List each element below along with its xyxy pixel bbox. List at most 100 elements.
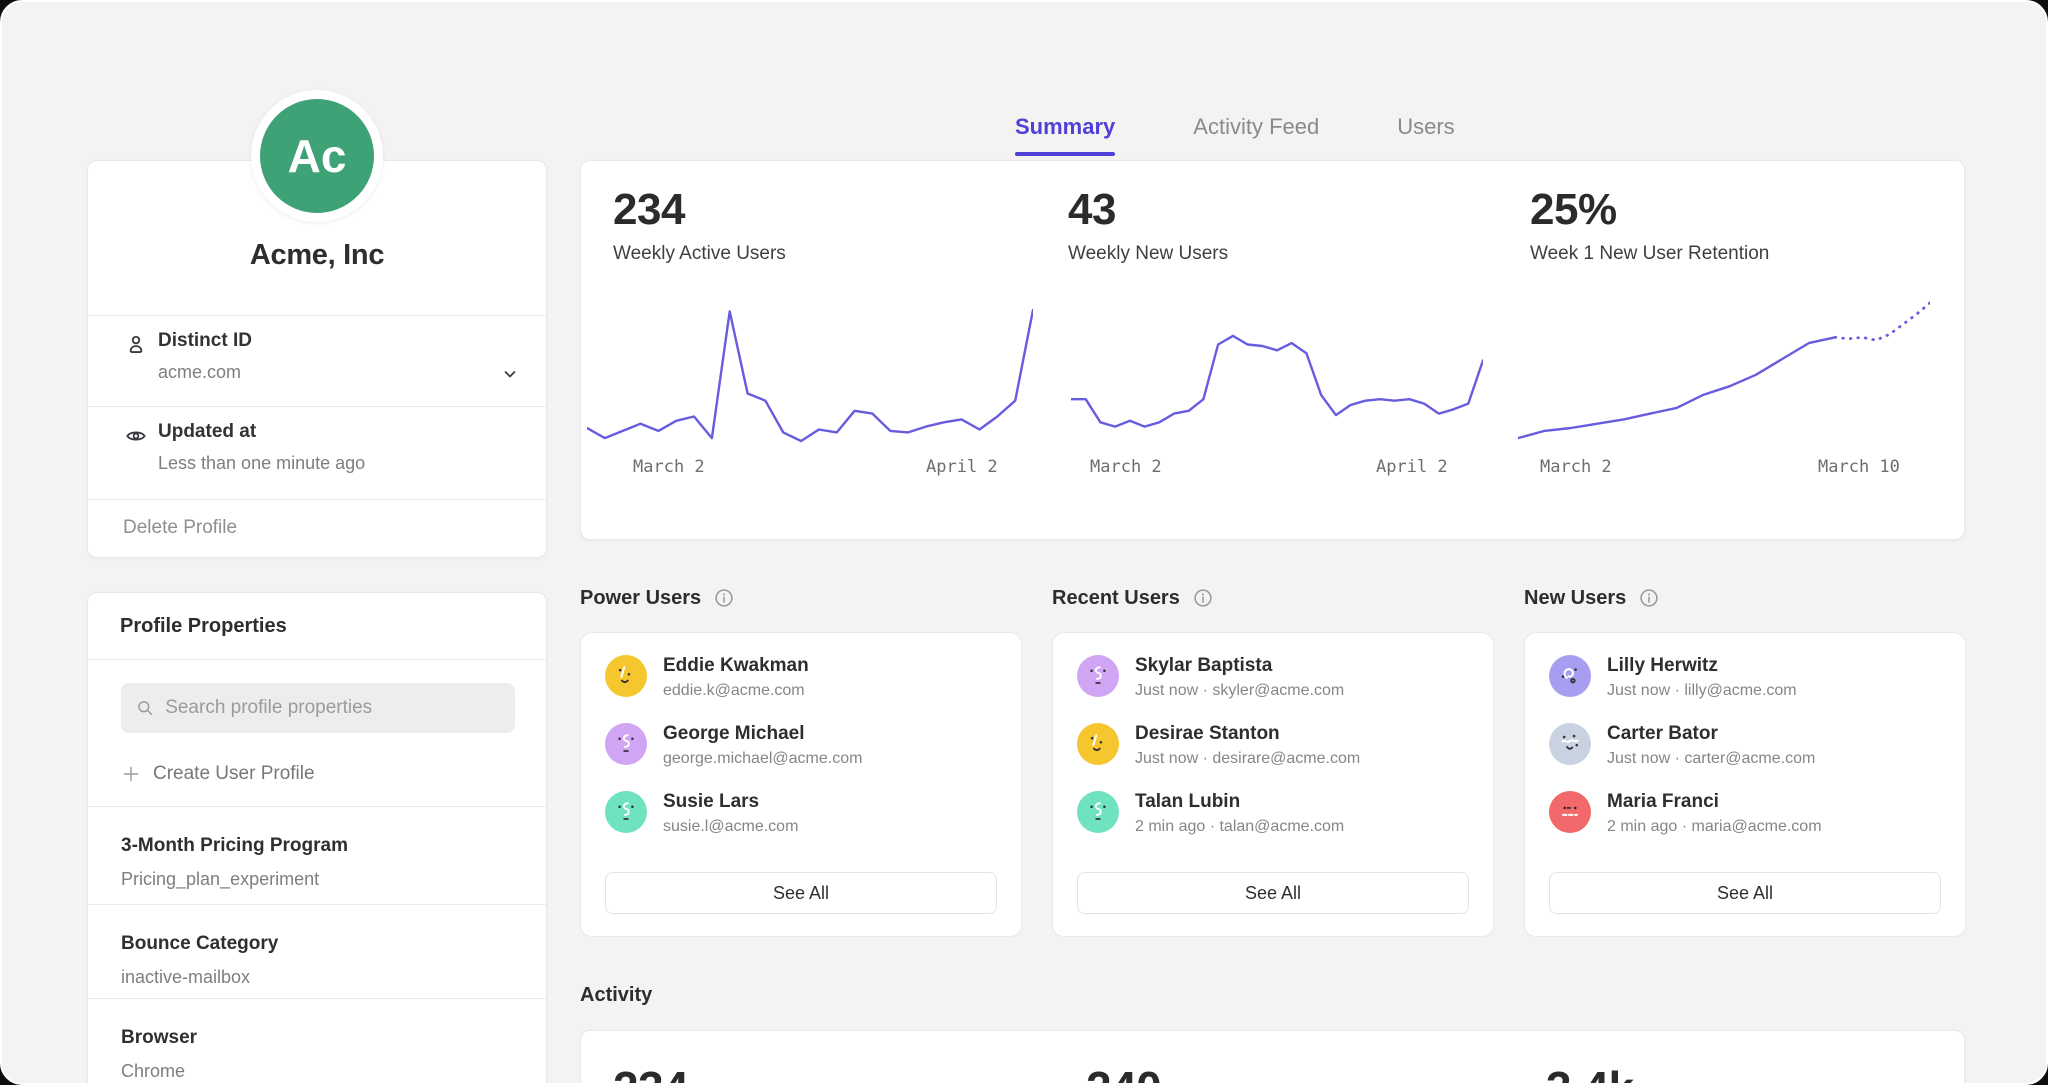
summary-card: 234 Weekly Active Users 43 Weekly New Us… [580, 160, 1965, 540]
info-icon[interactable] [1192, 587, 1214, 609]
profile-properties-search[interactable] [121, 683, 515, 733]
user-subtext: Just now · carter@acme.com [1607, 750, 1815, 768]
user-info: Desirae Stanton Just now · desirare@acme… [1135, 723, 1360, 768]
line-chart [1071, 287, 1483, 449]
avatar-face-wink-icon [1084, 730, 1112, 758]
user-row[interactable]: Desirae Stanton Just now · desirare@acme… [1077, 723, 1469, 768]
user-row[interactable]: Carter Bator Just now · carter@acme.com [1549, 723, 1941, 768]
create-user-profile-label: Create User Profile [153, 763, 315, 785]
stat-weekly-active-users: 234 Weekly Active Users [613, 185, 786, 265]
tab-activity-feed[interactable]: Activity Feed [1193, 114, 1319, 156]
user-subtext: 2 min ago · maria@acme.com [1607, 818, 1822, 836]
chart-weekly-new-users: March 2 April 2 [1071, 287, 1483, 487]
user-avatar [605, 791, 647, 833]
section-header: New Users [1524, 578, 1966, 618]
person-icon [123, 332, 149, 358]
user-avatar [1077, 791, 1119, 833]
company-avatar: Ac [251, 90, 383, 222]
user-info: Skylar Baptista Just now · skyler@acme.c… [1135, 655, 1344, 700]
delete-profile-button[interactable]: Delete Profile [123, 517, 237, 539]
stat-label: Weekly New Users [1068, 243, 1228, 265]
user-subtext: susie.l@acme.com [663, 818, 798, 836]
x-axis-tick: March 10 [1818, 457, 1900, 477]
eye-icon [123, 423, 149, 449]
user-subtext: Just now · desirare@acme.com [1135, 750, 1360, 768]
new-users-section: New Users Lilly Herwitz Just now · lilly… [1524, 578, 1966, 937]
search-input[interactable] [165, 697, 501, 719]
see-all-button[interactable]: See All [1549, 872, 1941, 914]
chart-week1-retention: March 2 March 10 [1518, 287, 1930, 487]
section-header: Recent Users [1052, 578, 1494, 618]
property-value: Chrome [121, 1061, 185, 1082]
user-row[interactable]: George Michael george.michael@acme.com [605, 723, 997, 768]
new-users-card: Lilly Herwitz Just now · lilly@acme.com … [1524, 632, 1966, 937]
activity-title: Activity [580, 984, 652, 1007]
tab-users[interactable]: Users [1397, 114, 1454, 156]
user-subtext: Just now · lilly@acme.com [1607, 682, 1797, 700]
x-axis-tick: March 2 [633, 457, 705, 477]
user-name: Lilly Herwitz [1607, 655, 1797, 677]
user-row[interactable]: Susie Lars susie.l@acme.com [605, 791, 997, 836]
user-name: George Michael [663, 723, 862, 745]
activity-stat: 234 [613, 1061, 688, 1085]
user-info: Lilly Herwitz Just now · lilly@acme.com [1607, 655, 1797, 700]
x-axis-tick: March 2 [1540, 457, 1612, 477]
user-avatar [1549, 723, 1591, 765]
section-header: Power Users [580, 578, 1022, 618]
property-item[interactable]: Browser Chrome [88, 998, 546, 1085]
user-avatar [605, 655, 647, 697]
property-name: Bounce Category [121, 933, 278, 955]
user-avatar [1549, 655, 1591, 697]
stat-label: Weekly Active Users [613, 243, 786, 265]
user-avatar [1549, 791, 1591, 833]
activity-stat: 240 [1086, 1061, 1161, 1085]
user-subtext: eddie.k@acme.com [663, 682, 809, 700]
property-name: 3-Month Pricing Program [121, 835, 348, 857]
create-user-profile-button[interactable]: Create User Profile [121, 743, 315, 805]
divider [88, 659, 546, 660]
line-chart [1518, 287, 1930, 449]
plus-icon [121, 764, 141, 784]
stat-value: 43 [1068, 185, 1228, 235]
user-row[interactable]: Maria Franci 2 min ago · maria@acme.com [1549, 791, 1941, 836]
user-subtext: 2 min ago · talan@acme.com [1135, 818, 1344, 836]
user-info: George Michael george.michael@acme.com [663, 723, 862, 768]
x-axis-tick: March 2 [1090, 457, 1162, 477]
user-row[interactable]: Talan Lubin 2 min ago · talan@acme.com [1077, 791, 1469, 836]
user-row[interactable]: Skylar Baptista Just now · skyler@acme.c… [1077, 655, 1469, 700]
user-info: Eddie Kwakman eddie.k@acme.com [663, 655, 809, 700]
info-icon[interactable] [1638, 587, 1660, 609]
property-item[interactable]: Bounce Category inactive-mailbox [88, 904, 546, 998]
distinct-id-row[interactable]: Distinct ID acme.com [88, 315, 546, 406]
user-avatar [1077, 655, 1119, 697]
avatar-face-squiggle-icon [612, 730, 640, 758]
user-info: Susie Lars susie.l@acme.com [663, 791, 798, 836]
profile-properties-card: Profile Properties Create User Profile 3… [87, 592, 547, 1085]
company-name: Acme, Inc [88, 239, 546, 272]
see-all-button[interactable]: See All [1077, 872, 1469, 914]
user-name: Susie Lars [663, 791, 798, 813]
avatar-face-squiggle-icon [1084, 798, 1112, 826]
tab-summary[interactable]: Summary [1015, 114, 1115, 156]
property-name: Browser [121, 1027, 197, 1049]
tab-bar: Summary Activity Feed Users [1015, 114, 1455, 156]
stat-week1-retention: 25% Week 1 New User Retention [1530, 185, 1769, 265]
property-value: Pricing_plan_experiment [121, 869, 319, 890]
info-icon[interactable] [713, 587, 735, 609]
company-avatar-initials: Ac [288, 129, 347, 183]
delete-profile-row: Delete Profile [88, 499, 546, 559]
property-value: inactive-mailbox [121, 967, 250, 988]
stat-weekly-new-users: 43 Weekly New Users [1068, 185, 1228, 265]
user-info: Talan Lubin 2 min ago · talan@acme.com [1135, 791, 1344, 836]
chevron-down-icon[interactable] [498, 362, 522, 386]
line-chart [587, 287, 1033, 449]
avatar-face-wink-icon [612, 662, 640, 690]
avatar-face-neutral-icon [1556, 798, 1584, 826]
user-row[interactable]: Eddie Kwakman eddie.k@acme.com [605, 655, 997, 700]
user-row[interactable]: Lilly Herwitz Just now · lilly@acme.com [1549, 655, 1941, 700]
power-users-card: Eddie Kwakman eddie.k@acme.com George Mi… [580, 632, 1022, 937]
user-name: Maria Franci [1607, 791, 1822, 813]
user-name: Talan Lubin [1135, 791, 1344, 813]
see-all-button[interactable]: See All [605, 872, 997, 914]
property-item[interactable]: 3-Month Pricing Program Pricing_plan_exp… [88, 806, 546, 904]
